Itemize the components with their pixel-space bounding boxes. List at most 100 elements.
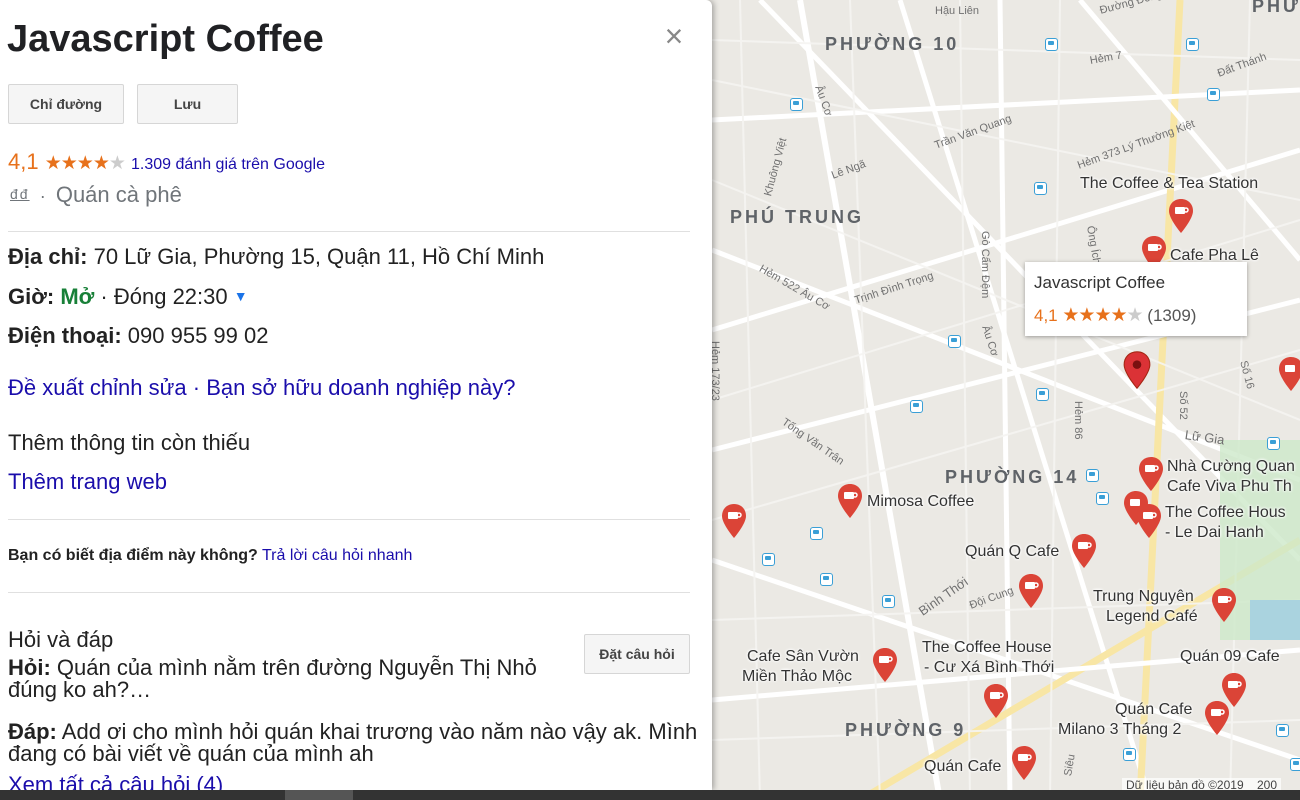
directions-button[interactable]: Chỉ đường xyxy=(8,84,124,124)
tooltip-place-name: Javascript Coffee xyxy=(1034,273,1166,292)
poi-label[interactable]: The Coffee & Tea Station xyxy=(1080,174,1258,194)
own-business-link[interactable]: Bạn sở hữu doanh nghiệp này? xyxy=(206,375,515,400)
answer-text: Add ơi cho mình hỏi quán khai trương vào… xyxy=(8,719,698,766)
tooltip-rating: 4,1 ★★★★★ (1309) xyxy=(1034,304,1196,327)
poi-label[interactable]: Trung Nguyên xyxy=(1093,587,1194,607)
save-button[interactable]: Lưu xyxy=(137,84,238,124)
poi-label[interactable]: The Coffee Hous xyxy=(1165,503,1286,523)
place-category[interactable]: Quán cà phê xyxy=(56,182,182,207)
area-label: PHƯỜNG 9 xyxy=(845,720,967,740)
know-place-question: Bạn có biết địa điểm này không? xyxy=(8,547,258,564)
bus-stop-icon[interactable] xyxy=(1207,88,1220,101)
add-missing-info-heading: Thêm thông tin còn thiếu xyxy=(8,430,251,455)
divider xyxy=(8,231,690,232)
reviews-link[interactable]: 1.309 đánh giá trên Google xyxy=(131,156,325,173)
cafe-pin-icon[interactable] xyxy=(1010,745,1038,781)
cafe-pin-icon[interactable] xyxy=(1137,456,1165,492)
ask-question-button[interactable]: Đặt câu hỏi xyxy=(584,634,690,674)
address-row[interactable]: Địa chỉ: 70 Lữ Gia, Phường 15, Quận 11, … xyxy=(8,244,544,270)
divider xyxy=(8,592,690,593)
bottom-bar-segment xyxy=(285,790,353,800)
chevron-down-icon[interactable]: ▼ xyxy=(234,288,248,304)
poi-label[interactable]: Miền Thảo Mộc xyxy=(742,667,852,687)
cafe-pin-icon[interactable] xyxy=(982,683,1010,719)
cafe-pin-icon[interactable] xyxy=(836,483,864,519)
bus-stop-icon[interactable] xyxy=(1086,469,1099,482)
bus-stop-icon[interactable] xyxy=(910,400,923,413)
cafe-pin-icon[interactable] xyxy=(871,647,899,683)
cafe-pin-icon[interactable] xyxy=(720,503,748,539)
cafe-pin-icon[interactable] xyxy=(1070,533,1098,569)
poi-label[interactable]: Quán Q Cafe xyxy=(965,542,1059,562)
poi-label[interactable]: Milano 3 Tháng 2 xyxy=(1058,720,1181,740)
place-title: Javascript Coffee xyxy=(7,18,324,60)
area-label: PHÚ TRUNG xyxy=(730,207,864,227)
map-place-tooltip[interactable]: Javascript Coffee 4,1 ★★★★★ (1309) xyxy=(1025,262,1247,336)
bottom-bar xyxy=(0,790,1300,800)
know-place-row: Bạn có biết địa điểm này không? Trả lời … xyxy=(8,547,412,565)
rating-value: 4,1 xyxy=(8,149,39,174)
tooltip-star-rating-icon: ★★★★★ xyxy=(1062,305,1143,326)
area-label: PHƯ xyxy=(1252,0,1300,16)
poi-label[interactable]: - Le Dai Hanh xyxy=(1165,523,1264,543)
hours-status: Mở xyxy=(60,284,95,309)
bus-stop-icon[interactable] xyxy=(1267,437,1280,450)
poi-label[interactable]: Quán Cafe xyxy=(924,757,1001,777)
bus-stop-icon[interactable] xyxy=(1045,38,1058,51)
street-label: Hậu Liên xyxy=(935,5,980,17)
divider xyxy=(8,519,690,520)
poi-label[interactable]: Quán Cafe xyxy=(1115,700,1192,720)
suggest-edit-link[interactable]: Đề xuất chỉnh sửa xyxy=(8,375,187,400)
add-website-link[interactable]: Thêm trang web xyxy=(8,469,167,495)
cafe-pin-icon[interactable] xyxy=(1277,356,1300,392)
bus-stop-icon[interactable] xyxy=(1276,724,1289,737)
selected-location-pin-icon[interactable] xyxy=(1122,350,1152,390)
area-label: PHƯỜNG 10 xyxy=(825,34,960,54)
bus-stop-icon[interactable] xyxy=(820,573,833,586)
qa-title: Hỏi và đáp xyxy=(8,627,114,652)
see-all-questions-link[interactable]: Xem tất cả câu hỏi (4) xyxy=(8,772,223,790)
poi-label[interactable]: Mimosa Coffee xyxy=(867,492,974,512)
rating-row: 4,1 ★★★★★ 1.309 đánh giá trên Google xyxy=(8,149,325,175)
poi-label[interactable]: Legend Café xyxy=(1106,607,1198,627)
price-category-row: đđ · Quán cà phê xyxy=(10,182,182,208)
poi-label[interactable]: Cafe Sân Vườn xyxy=(747,647,859,667)
poi-label[interactable]: Nhà Cường Quan xyxy=(1167,457,1295,477)
address-label: Địa chỉ: xyxy=(8,244,88,269)
phone-label: Điện thoại: xyxy=(8,323,122,348)
bus-stop-icon[interactable] xyxy=(948,335,961,348)
area-label: PHƯỜNG 14 xyxy=(945,467,1080,487)
bus-stop-icon[interactable] xyxy=(1036,388,1049,401)
bus-stop-icon[interactable] xyxy=(1034,182,1047,195)
question-text: Quán của mình nằm trên đường Nguyễn Thị … xyxy=(8,655,537,702)
bus-stop-icon[interactable] xyxy=(882,595,895,608)
poi-label[interactable]: Quán 09 Cafe xyxy=(1180,647,1280,667)
bus-stop-icon[interactable] xyxy=(1123,748,1136,761)
cafe-pin-icon[interactable] xyxy=(1203,700,1231,736)
poi-label[interactable]: Cafe Viva Phu Th xyxy=(1167,477,1292,497)
tooltip-rating-value: 4,1 xyxy=(1034,306,1058,325)
phone-row[interactable]: Điện thoại: 090 955 99 02 xyxy=(8,323,269,349)
phone-value: 090 955 99 02 xyxy=(127,323,269,348)
question-item[interactable]: Hỏi: Quán của mình nằm trên đường Nguyễn… xyxy=(8,657,568,701)
bus-stop-icon[interactable] xyxy=(1186,38,1199,51)
hours-row[interactable]: Giờ: Mở · Đóng 22:30 ▼ xyxy=(8,284,248,310)
price-level: đđ xyxy=(10,186,30,202)
star-rating-icon: ★★★★★ xyxy=(44,153,126,174)
bus-stop-icon[interactable] xyxy=(762,553,775,566)
street-label: Hẻm 86 xyxy=(1072,401,1084,440)
bus-stop-icon[interactable] xyxy=(1096,492,1109,505)
bus-stop-icon[interactable] xyxy=(810,527,823,540)
close-icon[interactable]: × xyxy=(660,20,688,52)
bus-stop-icon[interactable] xyxy=(1290,758,1300,771)
poi-label[interactable]: - Cư Xá Bình Thới xyxy=(924,658,1054,678)
hours-label: Giờ: xyxy=(8,284,55,309)
edit-links-row: Đề xuất chỉnh sửa · Bạn sở hữu doanh ngh… xyxy=(8,375,515,401)
cafe-pin-icon[interactable] xyxy=(1210,587,1238,623)
cafe-pin-icon[interactable] xyxy=(1017,573,1045,609)
cafe-pin-icon[interactable] xyxy=(1167,198,1195,234)
bus-stop-icon[interactable] xyxy=(790,98,803,111)
cafe-pin-icon[interactable] xyxy=(1135,503,1163,539)
quick-answer-link[interactable]: Trả lời câu hỏi nhanh xyxy=(262,547,412,564)
poi-label[interactable]: The Coffee House xyxy=(922,638,1052,658)
